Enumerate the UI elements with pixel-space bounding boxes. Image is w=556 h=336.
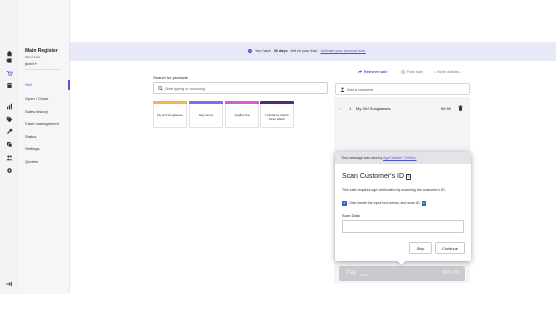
line-item-qty: 1 [349, 106, 352, 111]
divider [25, 69, 61, 70]
pay-label: Pay [346, 270, 357, 276]
tile-color-bar [189, 101, 223, 104]
register-icon[interactable] [5, 56, 13, 64]
search-label: Search for products [153, 75, 188, 80]
user-name: jkoibit [25, 62, 34, 66]
sender-prefix: This message was sent by [341, 156, 383, 160]
dialog-header: This message was sent by AgeChecker 7199… [335, 152, 471, 164]
chevron-right-icon[interactable]: › [339, 106, 340, 111]
product-tile[interactable]: Asgård Tea [225, 101, 259, 128]
dialog-title-text: Scan Customer's ID [342, 173, 405, 180]
line-item[interactable]: › 1 My Girl Sunglasses 69.90 [334, 102, 470, 116]
menu-item-open-close[interactable]: Open / Close [25, 96, 48, 101]
menu-item-sales-history[interactable]: Sales history [25, 109, 48, 114]
customers-icon[interactable] [5, 153, 13, 161]
scan-data-label: Scan Data [342, 214, 360, 218]
activate-account-link[interactable]: Activate your account now. [321, 49, 366, 53]
products-icon[interactable] [5, 140, 13, 148]
dialog-description: This sale requires age verification by s… [342, 188, 446, 192]
info-icon: i [248, 49, 252, 53]
menu-item-settings[interactable]: Settings [25, 146, 39, 151]
trial-suffix: left on your trial. [290, 49, 318, 53]
step-text: Click inside the input box below, and sc… [348, 201, 420, 206]
logout-icon[interactable] [5, 281, 13, 287]
item-count: 1 item [360, 272, 369, 277]
tile-color-bar [260, 101, 294, 104]
user-switcher[interactable]: jkoibit ▾ [25, 62, 37, 66]
settings-icon[interactable] [5, 166, 13, 174]
step-end-badge: 2 [421, 201, 427, 206]
menu-item-cash-management[interactable]: Cash management [25, 121, 59, 126]
menu-item-quotes[interactable]: Quotes [25, 159, 38, 164]
product-tile[interactable]: Italy Grous [189, 101, 223, 128]
sales-icon[interactable] [5, 81, 13, 89]
sale-total: $69.90 [442, 270, 459, 276]
trial-days: 30 days [273, 49, 288, 53]
product-tile-name: My Girl Sunglasses [157, 113, 183, 117]
trial-message: i You have 30 days left on your trial. A… [248, 49, 366, 53]
menu-item-sell[interactable]: Sell [25, 82, 32, 87]
trial-prefix: You have [255, 49, 271, 53]
dialog-instruction: 1 Click inside the input box below, and … [342, 201, 427, 206]
product-tile-name: Lollobarne Hilash Strap Watch [265, 113, 289, 121]
sender-link[interactable]: AgeChecker 71990ix. [383, 156, 416, 160]
product-tile[interactable]: Lollobarne Hilash Strap Watch [260, 101, 294, 128]
tile-color-bar [225, 101, 259, 104]
continue-button[interactable]: Continue [435, 242, 465, 254]
icon-rail [0, 0, 18, 294]
person-icon [340, 87, 345, 92]
park-sale-button[interactable]: Park sale [401, 70, 423, 74]
step-number-badge: 1 [342, 201, 347, 206]
tools-icon[interactable] [5, 127, 13, 135]
line-item-name: My Girl Sunglasses [356, 106, 391, 111]
search-icon [158, 86, 163, 91]
product-tile-name: Asgård Tea [234, 113, 250, 117]
more-actions-button[interactable]: • More actions... [434, 70, 462, 74]
product-tile-name: Italy Grous [198, 113, 214, 117]
product-tile[interactable]: My Girl Sunglasses [153, 101, 187, 128]
more-actions-label: More actions... [437, 70, 463, 74]
clock-icon [401, 70, 405, 74]
chevron-down-icon: ▾ [33, 62, 37, 66]
sender-message: This message was sent by AgeChecker 7199… [341, 156, 417, 160]
customer-input[interactable] [347, 86, 467, 93]
active-indicator [68, 80, 70, 90]
ellipsis-icon: • [434, 70, 436, 74]
outlet-name: Main Outlet [25, 55, 41, 59]
product-search [153, 82, 328, 94]
retrieve-sale-button[interactable]: Retrieve sale [357, 70, 387, 74]
pay-button[interactable]: Pay 1 item $69.90 [339, 266, 465, 281]
retrieve-sale-label: Retrieve sale [364, 70, 388, 74]
dialog-title: Scan Customer's ID ? [342, 173, 412, 180]
sell-icon[interactable] [4, 69, 14, 77]
trial-banner: i You have 30 days left on your trial. A… [70, 42, 556, 61]
skip-button[interactable]: Skip [409, 242, 432, 254]
search-input[interactable] [165, 85, 325, 92]
trash-icon[interactable] [458, 105, 463, 111]
menu-item-status[interactable]: Status [25, 134, 36, 139]
tile-color-bar [153, 101, 187, 104]
line-item-price: 69.90 [441, 106, 452, 111]
share-icon [357, 70, 362, 74]
reports-icon[interactable] [5, 102, 13, 110]
customer-search [335, 83, 470, 95]
register-title: Main Register [25, 48, 58, 54]
scan-data-input[interactable] [342, 220, 464, 233]
park-sale-label: Park sale [407, 70, 423, 74]
register-menu: Main Register Main Outlet jkoibit ▾ Sell… [18, 0, 70, 294]
tags-icon[interactable] [5, 115, 13, 123]
age-check-dialog: This message was sent by AgeChecker 7199… [335, 152, 471, 266]
help-icon[interactable]: ? [406, 173, 412, 180]
